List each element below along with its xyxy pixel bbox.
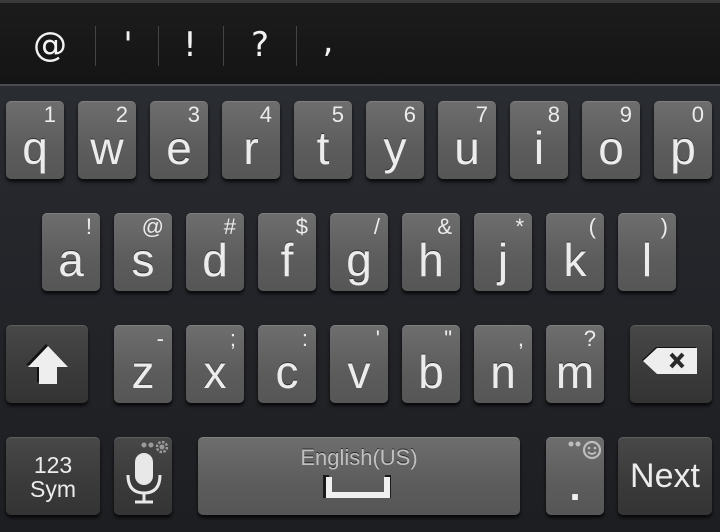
key-primary-label: q [22, 122, 48, 174]
key-q[interactable]: 1q [6, 101, 64, 179]
backspace-icon [642, 347, 697, 374]
key-u[interactable]: 7u [438, 101, 496, 179]
key-primary-label: b [418, 346, 444, 398]
key-primary-label: p [670, 122, 696, 174]
suggestion-divider [223, 26, 224, 66]
period-label: . [569, 465, 581, 509]
key-primary-label: r [243, 122, 259, 174]
suggestion-item[interactable]: , [300, 21, 356, 61]
key-j[interactable]: * j [474, 213, 532, 291]
key-k[interactable]: (k [546, 213, 604, 291]
symbols-key[interactable]: 123 Sym [6, 437, 100, 515]
space-bar-icon [323, 475, 391, 498]
key-primary-label: i [533, 122, 545, 174]
key-m[interactable]: ? m [546, 325, 604, 403]
key-s[interactable]: @ s [114, 213, 172, 291]
backspace-key[interactable] [630, 325, 712, 403]
key-y[interactable]: 6y [366, 101, 424, 179]
key-z[interactable]: -z [114, 325, 172, 403]
key-d[interactable]: # d [186, 213, 244, 291]
key-w[interactable]: 2w [78, 101, 136, 179]
shift-arrow-icon [26, 344, 68, 384]
key-primary-label: j [497, 234, 509, 286]
key-primary-label: z [131, 346, 155, 398]
suggestion-bar: @ ' ! ? , [0, 0, 720, 86]
next-button[interactable]: Next [618, 437, 712, 515]
suggestion-divider [95, 26, 96, 66]
key-t[interactable]: 5t [294, 101, 352, 179]
suggestion-item[interactable]: ! [162, 25, 218, 65]
key-p[interactable]: 0p [654, 101, 712, 179]
key-primary-label: t [316, 122, 330, 174]
next-label: Next [630, 457, 700, 495]
key-primary-label: d [202, 234, 228, 286]
key-h[interactable]: & h [402, 213, 460, 291]
key-primary-label: x [203, 346, 227, 398]
key-primary-label: k [563, 234, 587, 286]
suggestion-item[interactable]: ? [232, 25, 288, 65]
suggestion-item[interactable]: ' [100, 25, 156, 65]
key-n[interactable]: ,n [474, 325, 532, 403]
key-e[interactable]: 3e [150, 101, 208, 179]
key-v[interactable]: ' v [330, 325, 388, 403]
key-primary-label: m [555, 346, 595, 398]
key-f[interactable]: $ f [258, 213, 316, 291]
key-l[interactable]: ) l [618, 213, 676, 291]
key-primary-label: c [275, 346, 299, 398]
suggestion-item[interactable]: @ [22, 25, 78, 65]
key-primary-label: g [346, 234, 372, 286]
key-r[interactable]: 4r [222, 101, 280, 179]
key-i[interactable]: 8i [510, 101, 568, 179]
key-primary-label: n [490, 346, 516, 398]
voice-input-key[interactable] [114, 437, 172, 515]
key-primary-label: a [58, 234, 84, 286]
key-primary-label: u [454, 122, 480, 174]
space-key[interactable]: English(US) [198, 437, 520, 515]
key-primary-label: v [347, 346, 371, 398]
key-b[interactable]: " b [402, 325, 460, 403]
key-c[interactable]: :c [258, 325, 316, 403]
key-a[interactable]: ! a [42, 213, 100, 291]
key-primary-label: h [418, 234, 444, 286]
key-primary-label: l [641, 234, 653, 286]
period-key[interactable]: . [546, 437, 604, 515]
key-primary-label: f [280, 234, 294, 286]
key-o[interactable]: 9o [582, 101, 640, 179]
key-primary-label: o [598, 122, 624, 174]
key-primary-label: y [383, 122, 407, 174]
key-x[interactable]: ; x [186, 325, 244, 403]
key-primary-label: w [90, 122, 124, 174]
shift-key[interactable] [6, 325, 88, 403]
key-primary-label: s [131, 234, 155, 286]
suggestion-divider [158, 26, 159, 66]
key-g[interactable]: / g [330, 213, 388, 291]
suggestion-divider [296, 26, 297, 66]
key-primary-label: e [166, 122, 192, 174]
symbols-key-line2: Sym [30, 476, 76, 502]
symbols-key-line1: 123 [33, 452, 73, 478]
gear-icon [141, 440, 169, 454]
